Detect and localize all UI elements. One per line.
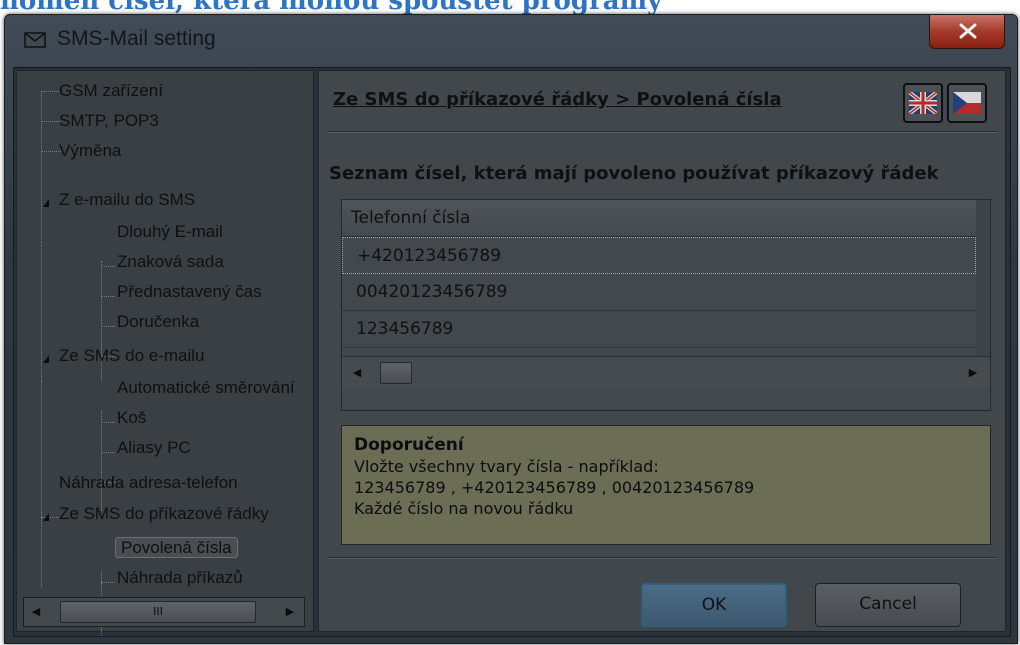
table-row[interactable]: 00420123456789 xyxy=(342,274,976,311)
tree-item-charset[interactable]: Znaková sada xyxy=(117,247,224,277)
window-title: SMS-Mail setting xyxy=(57,27,216,50)
tree-item-command-replace[interactable]: Náhrada příkazů xyxy=(117,563,243,593)
tree-item-allowed-numbers[interactable]: Povolená čísla xyxy=(115,533,238,563)
settings-tree[interactable]: GSM zařízení SMTP, POP3 Výměna Z e-mailu… xyxy=(16,70,314,636)
recommendation-line: Každé číslo na novou řádku xyxy=(354,499,574,518)
close-icon xyxy=(959,23,977,39)
table-row[interactable]: +420123456789 xyxy=(342,237,976,274)
envelope-icon xyxy=(24,32,46,48)
content-pane: Ze SMS do příkazové řádky > Povolená čís… xyxy=(318,70,1006,632)
scroll-left-icon[interactable]: ◀ xyxy=(28,603,44,621)
tree-item-preset-time[interactable]: Přednastavený čas xyxy=(117,277,262,307)
czech-flag-icon xyxy=(953,92,981,114)
column-header-phone-numbers[interactable]: Telefonní čísla xyxy=(342,200,976,237)
phone-numbers-grid[interactable]: Telefonní čísla +420123456789 0042012345… xyxy=(341,199,991,411)
tree-item-email-to-sms[interactable]: Z e-mailu do SMS xyxy=(59,185,195,215)
recommendation-line: Vložte všechny tvary čísla - například: xyxy=(354,457,659,476)
tree-item-gsm[interactable]: GSM zařízení xyxy=(59,76,163,106)
divider xyxy=(327,131,997,133)
scroll-right-icon[interactable]: ▶ xyxy=(282,603,298,621)
breadcrumb: Ze SMS do příkazové řádky > Povolená čís… xyxy=(333,89,782,110)
tree-item-auto-routing[interactable]: Automatické směrování xyxy=(117,373,307,403)
scrollbar-thumb[interactable]: III xyxy=(60,601,256,623)
grid-vertical-track xyxy=(976,200,990,356)
table-row[interactable]: 123456789 xyxy=(342,311,976,348)
collapse-arrow-icon[interactable] xyxy=(43,513,49,521)
settings-window: SMS-Mail setting GSM zařízení SMTP, POP3… xyxy=(4,14,1018,644)
scroll-right-icon[interactable]: ▶ xyxy=(966,365,980,381)
grid-horizontal-scrollbar[interactable]: ◀ ▶ xyxy=(342,356,990,389)
tree-item-smtp-pop3[interactable]: SMTP, POP3 xyxy=(59,106,159,136)
tree-item-address-phone-replace[interactable]: Náhrada adresa-telefon xyxy=(59,468,309,498)
tree-item-vymena[interactable]: Výměna xyxy=(59,136,121,166)
close-button[interactable] xyxy=(929,15,1005,49)
tree-item-delivery-report[interactable]: Doručenka xyxy=(117,307,199,337)
divider xyxy=(327,557,997,559)
ok-button[interactable]: OK xyxy=(641,583,787,627)
tree-item-long-email[interactable]: Dlouhý E-mail xyxy=(117,217,223,247)
scrollbar-thumb[interactable] xyxy=(380,362,412,384)
english-language-button[interactable] xyxy=(903,83,943,123)
cancel-button[interactable]: Cancel xyxy=(815,583,961,627)
recommendation-box: Doporučení Vložte všechny tvary čísla - … xyxy=(341,425,991,545)
allowed-numbers-heading: Seznam čísel, která mají povoleno použív… xyxy=(329,163,939,184)
scroll-left-icon[interactable]: ◀ xyxy=(350,365,364,381)
tree-item-sms-to-email[interactable]: Ze SMS do e-mailu xyxy=(59,341,205,371)
english-flag-icon xyxy=(909,92,937,114)
tree-item-trash[interactable]: Koš xyxy=(117,403,146,433)
tree-horizontal-scrollbar[interactable]: ◀ III ▶ xyxy=(23,597,305,627)
recommendation-line: 123456789 , +420123456789 , 004201234567… xyxy=(354,478,755,497)
collapse-arrow-icon[interactable] xyxy=(43,355,49,363)
collapse-arrow-icon[interactable] xyxy=(43,199,49,207)
title-bar[interactable]: SMS-Mail setting xyxy=(5,15,1017,65)
czech-language-button[interactable] xyxy=(947,83,987,123)
tree-item-sms-to-cmdline[interactable]: Ze SMS do příkazové řádky xyxy=(59,499,309,529)
tree-item-pc-aliases[interactable]: Aliasy PC xyxy=(117,433,191,463)
recommendation-title: Doporučení xyxy=(354,435,464,455)
dialog-client-area: GSM zařízení SMTP, POP3 Výměna Z e-mailu… xyxy=(13,67,1011,637)
